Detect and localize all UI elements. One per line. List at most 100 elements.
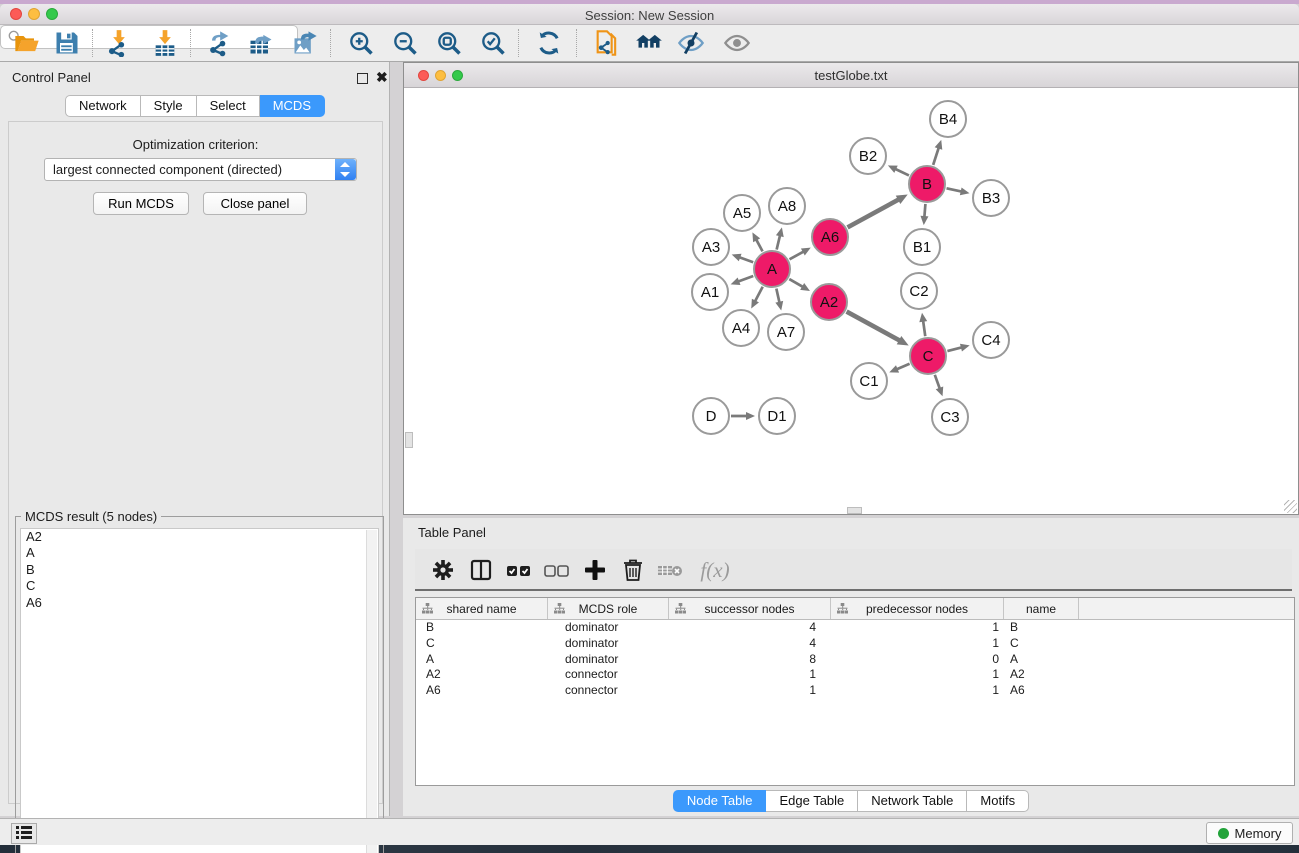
column-header-name[interactable]: name [1004,598,1079,619]
table-row[interactable]: Adominator80A [416,652,1294,668]
resize-grip-icon[interactable] [1284,500,1297,513]
graph-node-A6[interactable]: A6 [811,218,849,256]
arrowhead-icon [960,344,970,352]
column-header-MCDS-role[interactable]: MCDS role [548,598,669,619]
tab-mcds[interactable]: MCDS [260,95,325,117]
tab-motifs[interactable]: Motifs [967,790,1029,812]
export-image-icon[interactable] [286,27,324,59]
graph-node-B4[interactable]: B4 [929,100,967,138]
cell: A6 [1004,683,1079,699]
tab-edge-table[interactable]: Edge Table [766,790,858,812]
table-row[interactable]: A2connector11A2 [416,667,1294,683]
graph-node-C[interactable]: C [909,337,947,375]
mcds-result-title: MCDS result (5 nodes) [21,509,161,524]
cell: connector [548,683,669,699]
mcds-result-item[interactable]: C [21,578,378,594]
cell: A [416,652,548,668]
graph-node-B3[interactable]: B3 [972,179,1010,217]
open-session-icon[interactable] [8,27,46,59]
memory-label: Memory [1235,826,1282,841]
table-row[interactable]: A6connector11A6 [416,683,1294,699]
delete-table-icon[interactable] [655,554,687,586]
zoom-selected-icon[interactable] [474,27,512,59]
graph-edge-B-B4[interactable] [933,146,939,165]
graph-edge-A6-B[interactable] [848,198,901,227]
graph-node-A[interactable]: A [753,250,791,288]
new-network-from-selection-icon[interactable] [588,27,626,59]
tab-select[interactable]: Select [197,95,260,117]
deselect-all-icon[interactable] [541,554,573,586]
mcds-result-item[interactable]: A2 [21,529,378,545]
graph-edge-A-A4[interactable] [754,287,763,303]
show-all-networks-icon[interactable] [630,27,668,59]
arrowhead-icon [935,140,943,150]
table-row[interactable]: Bdominator41B [416,620,1294,636]
gear-icon[interactable] [427,554,459,586]
export-network-icon[interactable] [200,27,238,59]
float-panel-icon[interactable] [357,72,368,87]
graph-node-C3[interactable]: C3 [931,398,969,436]
graph-node-A8[interactable]: A8 [768,187,806,225]
zoom-in-icon[interactable] [342,27,380,59]
zoom-out-icon[interactable] [386,27,424,59]
save-session-icon[interactable] [48,27,86,59]
network-canvas[interactable]: B4 B2 B B3 B1 A5A8A6 A3 A A1 A2 A4A7 C2 C C4 C1 C3 D D1 [404,88,1298,514]
cell: B [416,620,548,636]
graph-node-A5[interactable]: A5 [723,194,761,232]
mcds-result-item[interactable]: A6 [21,595,378,611]
import-table-icon[interactable] [146,27,184,59]
add-icon[interactable] [579,554,611,586]
graph-node-A3[interactable]: A3 [692,228,730,266]
tab-network[interactable]: Network [65,95,141,117]
graph-node-A7[interactable]: A7 [767,313,805,351]
function-builder-icon[interactable]: f(x) [693,554,737,586]
graph-edge-A2-C[interactable] [847,312,902,342]
columns-icon[interactable] [465,554,497,586]
toolbar-separator [576,29,577,57]
cell: 4 [669,636,831,652]
graph-node-D1[interactable]: D1 [758,397,796,435]
optimization-dropdown[interactable]: largest connected component (directed) [44,158,357,181]
graph-node-D[interactable]: D [692,397,730,435]
cell: dominator [548,636,669,652]
task-history-icon[interactable] [11,823,37,844]
graph-node-B1[interactable]: B1 [903,228,941,266]
hide-selected-icon[interactable] [672,27,710,59]
vertical-scrollbar[interactable] [405,432,413,448]
memory-button[interactable]: Memory [1206,822,1293,844]
column-header-shared-name[interactable]: shared name [416,598,548,619]
show-hidden-icon[interactable] [718,27,756,59]
graph-node-C4[interactable]: C4 [972,321,1010,359]
import-network-icon[interactable] [100,27,138,59]
tab-node-table[interactable]: Node Table [673,790,767,812]
graph-node-B2[interactable]: B2 [849,137,887,175]
graph-node-A1[interactable]: A1 [691,273,729,311]
zoom-fit-icon[interactable] [430,27,468,59]
horizontal-scrollbar[interactable] [847,507,862,514]
control-panel: Control Panel ✖ NetworkStyleSelectMCDS O… [0,62,390,816]
mcds-result-item[interactable]: B [21,562,378,578]
close-panel-icon[interactable]: ✖ [376,72,388,83]
graph-node-A4[interactable]: A4 [722,309,760,347]
close-panel-button[interactable]: Close panel [203,192,307,215]
refresh-icon[interactable] [530,27,568,59]
column-header-predecessor-nodes[interactable]: predecessor nodes [831,598,1004,619]
export-table-icon[interactable] [242,27,280,59]
select-all-icon[interactable] [503,554,535,586]
graph-node-C1[interactable]: C1 [850,362,888,400]
tab-network-table[interactable]: Network Table [858,790,967,812]
cell: 1 [831,683,1004,699]
column-header-successor-nodes[interactable]: successor nodes [669,598,831,619]
tab-style[interactable]: Style [141,95,197,117]
run-mcds-button[interactable]: Run MCDS [93,192,189,215]
mcds-result-list[interactable]: A2ABCA6 [20,528,379,853]
graph-node-B[interactable]: B [908,165,946,203]
mcds-result-item[interactable]: A [21,545,378,561]
table-row[interactable]: Cdominator41C [416,636,1294,652]
scrollbar[interactable] [366,530,377,853]
graph-node-A2[interactable]: A2 [810,283,848,321]
delete-icon[interactable] [617,554,649,586]
graph-node-C2[interactable]: C2 [900,272,938,310]
node-table: shared nameMCDS rolesuccessor nodesprede… [415,597,1295,786]
cell: 1 [831,667,1004,683]
